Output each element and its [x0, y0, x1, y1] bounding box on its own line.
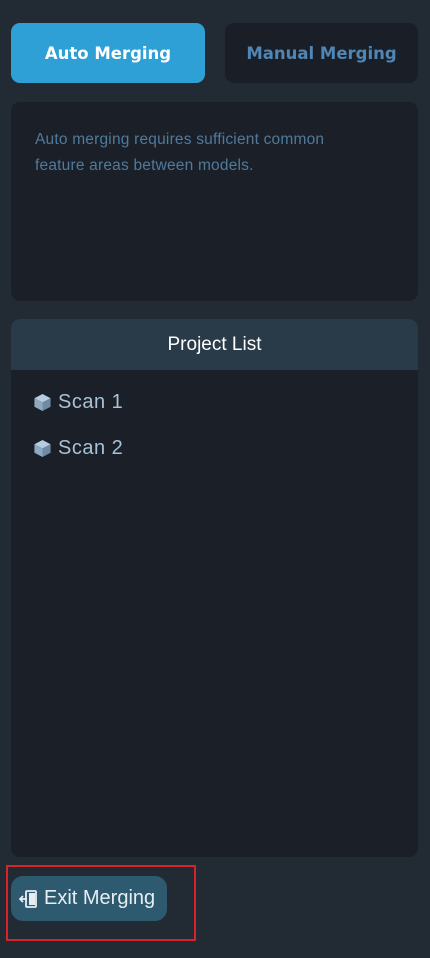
list-item-scan-2[interactable]: Scan 2: [33, 435, 123, 461]
description-line-2: feature areas between models.: [35, 157, 254, 174]
list-item-label: Scan 2: [58, 436, 124, 459]
cube-icon: [33, 439, 52, 458]
tab-manual-merging-label: Manual Merging: [246, 43, 397, 63]
tab-auto-merging[interactable]: Auto Merging: [11, 23, 205, 83]
cube-icon: [33, 393, 52, 412]
list-item-label: Scan 1: [58, 390, 124, 413]
exit-icon: [18, 889, 39, 909]
description-line-1: Auto merging requires sufficient common: [35, 131, 325, 148]
exit-merging-button[interactable]: Exit Merging: [11, 876, 167, 921]
project-list-header: Project List: [11, 319, 418, 370]
description-text: Auto merging requires sufficient common …: [35, 127, 394, 179]
project-list-panel: Project List Scan 1 Scan 2: [11, 319, 418, 857]
description-panel: Auto merging requires sufficient common …: [11, 102, 418, 301]
list-item-scan-1[interactable]: Scan 1: [33, 389, 123, 415]
project-list-title: Project List: [167, 333, 262, 355]
tab-manual-merging[interactable]: Manual Merging: [225, 23, 418, 83]
exit-merging-label: Exit Merging: [44, 887, 156, 909]
tab-auto-merging-label: Auto Merging: [44, 43, 172, 63]
